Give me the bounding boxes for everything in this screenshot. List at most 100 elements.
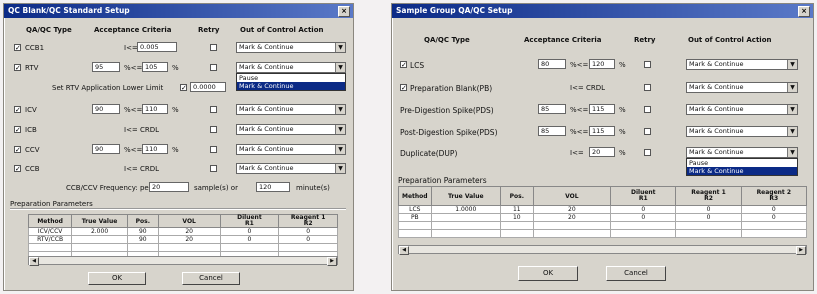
scroll-right-icon[interactable]: ▶: [327, 257, 337, 266]
criteria-high-input[interactable]: 20: [589, 147, 615, 157]
table-cell[interactable]: 20: [532, 213, 612, 222]
criteria-high-input[interactable]: 120: [589, 59, 615, 69]
table-cell[interactable]: 90: [126, 227, 159, 236]
criteria-low-input[interactable]: 90: [92, 144, 120, 154]
row-label: CCB1: [25, 44, 45, 52]
action-select[interactable]: Mark & Continue ▼: [686, 147, 798, 158]
action-select[interactable]: Mark & Continue ▼: [236, 104, 346, 115]
frequency-minutes-input[interactable]: 120: [256, 182, 290, 192]
retry-checkbox[interactable]: [210, 126, 217, 133]
table-cell[interactable]: 0: [219, 227, 280, 236]
table-cell[interactable]: 0: [740, 213, 808, 222]
action-select[interactable]: Mark & Continue ▼: [686, 104, 798, 115]
table-row[interactable]: RTV/CCB 90 20 0 0: [27, 235, 338, 244]
table-cell[interactable]: 0: [219, 235, 280, 244]
ok-button[interactable]: OK: [518, 266, 578, 281]
table-cell[interactable]: 11: [499, 205, 534, 214]
horizontal-scrollbar[interactable]: ◀ ▶: [398, 245, 807, 255]
retry-checkbox[interactable]: [644, 61, 651, 68]
row-checkbox[interactable]: ✓: [14, 44, 21, 52]
scroll-left-icon[interactable]: ◀: [29, 257, 39, 266]
table-cell[interactable]: 90: [126, 235, 159, 244]
cancel-button[interactable]: Cancel: [182, 272, 240, 285]
table-cell[interactable]: 0: [675, 213, 742, 222]
table-cell[interactable]: 10: [499, 213, 534, 222]
action-select[interactable]: Mark & Continue ▼: [236, 163, 346, 174]
scroll-left-icon[interactable]: ◀: [399, 246, 409, 255]
criteria-low-input[interactable]: 80: [538, 59, 566, 69]
table-cell[interactable]: 0: [740, 205, 808, 214]
criteria-high-input[interactable]: 105: [142, 62, 168, 72]
criteria-low-input[interactable]: 85: [538, 126, 566, 136]
table-cell[interactable]: 0: [278, 227, 338, 236]
criteria-high-input[interactable]: 115: [589, 126, 615, 136]
action-select[interactable]: Mark & Continue ▼: [686, 59, 798, 70]
chevron-down-icon: ▼: [335, 145, 345, 154]
table-cell[interactable]: 0: [610, 205, 677, 214]
row-checkbox[interactable]: ✓: [14, 126, 21, 134]
table-cell[interactable]: [430, 213, 501, 222]
dropdown-option-pause[interactable]: Pause: [237, 74, 345, 82]
dropdown-option-pause[interactable]: Pause: [687, 159, 797, 167]
header-acceptance-criteria: Acceptance Criteria: [524, 36, 602, 44]
criteria-low-input[interactable]: 90: [92, 104, 120, 114]
action-select[interactable]: Mark & Continue ▼: [686, 82, 798, 93]
criteria-high-input[interactable]: 115: [589, 104, 615, 114]
table-row[interactable]: PB 10 20 0 0 0: [398, 213, 808, 222]
table-cell[interactable]: 20: [532, 205, 612, 214]
retry-checkbox[interactable]: [210, 64, 217, 71]
action-select[interactable]: Mark & Continue ▼: [236, 124, 346, 135]
table-cell[interactable]: ICV/CCV: [27, 227, 73, 236]
table-cell[interactable]: 0: [278, 235, 338, 244]
row-checkbox[interactable]: ✓: [400, 84, 407, 92]
table-cell[interactable]: PB: [398, 213, 432, 222]
row-checkbox[interactable]: ✓: [14, 106, 21, 114]
table-cell[interactable]: RTV/CCB: [27, 235, 73, 244]
action-select-value: Mark & Continue: [689, 60, 744, 68]
row-checkbox[interactable]: ✓: [14, 64, 21, 72]
action-select[interactable]: Mark & Continue ▼: [236, 62, 346, 73]
action-select[interactable]: Mark & Continue ▼: [686, 126, 798, 137]
row-checkbox[interactable]: ✓: [14, 146, 21, 154]
horizontal-scrollbar[interactable]: ◀ ▶: [28, 256, 338, 266]
criteria-high-input[interactable]: 110: [142, 144, 168, 154]
retry-checkbox[interactable]: [210, 165, 217, 172]
row-checkbox[interactable]: ✓: [14, 165, 21, 173]
criteria-low-input[interactable]: 95: [92, 62, 120, 72]
table-cell[interactable]: 1.0000: [430, 205, 501, 214]
table-cell[interactable]: 20: [157, 235, 221, 244]
action-select[interactable]: Mark & Continue ▼: [236, 144, 346, 155]
dropdown-option-mark-continue[interactable]: Mark & Continue: [687, 167, 797, 175]
rtv-limit-input[interactable]: 0.0000: [190, 82, 226, 92]
dropdown-option-mark-continue[interactable]: Mark & Continue: [237, 82, 345, 90]
table-cell[interactable]: 0: [610, 213, 677, 222]
frequency-samples-input[interactable]: 20: [149, 182, 189, 192]
criteria-high-input[interactable]: 110: [142, 104, 168, 114]
criteria-low-input[interactable]: 85: [538, 104, 566, 114]
table-cell[interactable]: [71, 235, 128, 244]
close-icon[interactable]: ×: [338, 6, 350, 17]
ok-button[interactable]: OK: [88, 272, 146, 285]
rtv-limit-checkbox[interactable]: ✓: [180, 84, 187, 92]
action-dropdown-list: Pause Mark & Continue: [236, 73, 346, 91]
criteria-high-input[interactable]: 0.005: [137, 42, 177, 52]
retry-checkbox[interactable]: [210, 44, 217, 51]
retry-checkbox[interactable]: [644, 84, 651, 91]
table-cell[interactable]: 2.000: [71, 227, 128, 236]
retry-checkbox[interactable]: [644, 149, 651, 156]
table-cell[interactable]: 20: [157, 227, 221, 236]
retry-checkbox[interactable]: [210, 146, 217, 153]
scroll-right-icon[interactable]: ▶: [796, 246, 806, 255]
table-cell[interactable]: LCS: [398, 205, 432, 214]
table-row[interactable]: LCS 1.0000 11 20 0 0 0: [398, 205, 808, 214]
retry-checkbox[interactable]: [210, 106, 217, 113]
retry-checkbox[interactable]: [644, 106, 651, 113]
retry-checkbox[interactable]: [644, 128, 651, 135]
action-select[interactable]: Mark & Continue ▼: [236, 42, 346, 53]
close-icon[interactable]: ×: [798, 6, 810, 17]
row-checkbox[interactable]: ✓: [400, 61, 407, 69]
dialog-title: Sample Group QA/QC Setup: [392, 4, 813, 18]
table-cell[interactable]: 0: [675, 205, 742, 214]
cancel-button[interactable]: Cancel: [606, 266, 666, 281]
table-row[interactable]: ICV/CCV 2.000 90 20 0 0: [27, 227, 338, 236]
